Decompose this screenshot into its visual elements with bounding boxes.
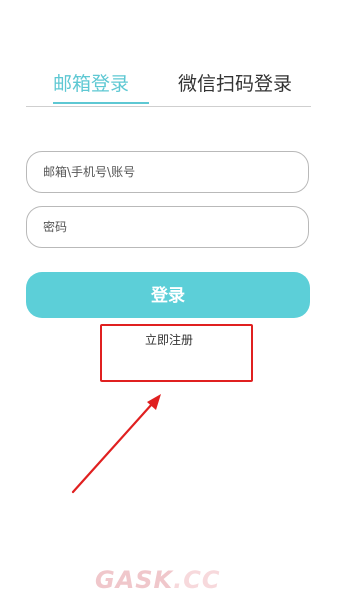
watermark-text-1: GASK — [95, 566, 174, 594]
login-page: 邮箱登录 微信扫码登录 登录 立即注册 GASK.CC — [0, 0, 337, 600]
login-tabs: 邮箱登录 微信扫码登录 — [26, 66, 311, 107]
login-button[interactable]: 登录 — [26, 272, 310, 318]
account-input[interactable] — [27, 152, 308, 192]
arrow-shaft — [71, 402, 154, 494]
arrow-head — [147, 394, 161, 410]
tab-wechat-login[interactable]: 微信扫码登录 — [178, 72, 292, 96]
account-field — [26, 151, 309, 193]
tab-email-login[interactable]: 邮箱登录 — [53, 72, 129, 96]
watermark-logo: GASK.CC — [95, 566, 221, 594]
watermark-text-2: .CC — [173, 566, 221, 594]
password-field — [26, 206, 309, 248]
register-link[interactable]: 立即注册 — [145, 332, 193, 348]
tab-email-login-underline — [53, 102, 149, 104]
password-input[interactable] — [27, 207, 308, 247]
